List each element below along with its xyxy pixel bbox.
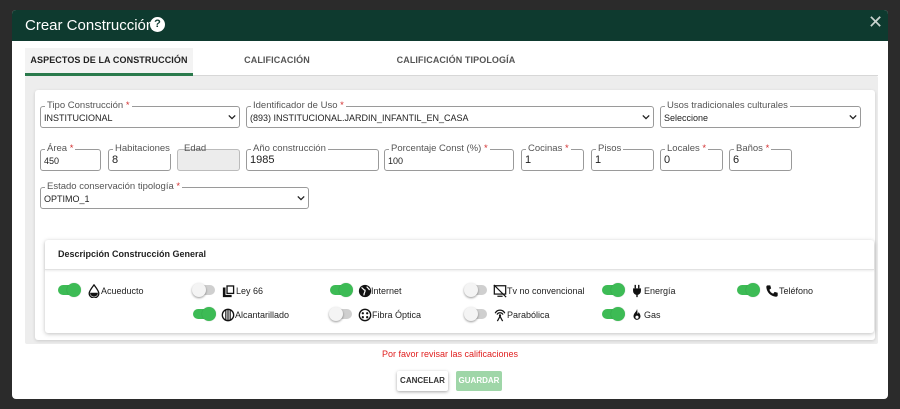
telefono-toggle[interactable] [737,283,760,297]
cocinas-value: 1 [525,154,532,166]
section-header: Descripción Construcción General [45,240,874,270]
required-mark: * [176,181,181,192]
copy-pages-icon [222,284,236,298]
help-icon[interactable]: ? [150,17,165,32]
pisos-label: Pisos [596,143,624,154]
gas-toggle[interactable] [602,307,625,321]
close-icon[interactable]: ✕ [868,13,883,31]
alcantarillado-toggle[interactable] [193,307,216,321]
flame-icon [633,308,641,320]
anio-construccion-label: Año construcción [251,143,328,154]
edad-label: Edad [184,143,207,154]
estado-conservacion-label: Estado conservación tipología [47,181,174,192]
fiber-optic-icon [358,308,372,322]
usos-tradicionales-value: Seleccione [664,113,709,123]
modal-title: Crear Construcción [25,17,155,34]
crear-construccion-dialog: Crear Construcción ? ✕ ASPECTOS DE LA CO… [12,10,888,399]
porcentaje-const-label: Porcentaje Const (%) [391,143,482,154]
tv-off-icon [493,284,507,298]
telefono-label: Teléfono [779,286,814,296]
required-mark: * [702,143,707,154]
tab-calificacion-tipologia[interactable]: CALIFICACIÓN TIPOLOGÍA [361,48,551,76]
globe-icon [358,284,372,298]
chevron-down-icon [642,114,650,120]
tipo-construccion-label: Tipo Construcción [47,100,124,111]
chevron-down-icon [297,195,305,201]
plug-icon [633,284,641,298]
required-mark: * [340,100,344,111]
fibra-optica-label: Fibra Óptica [372,310,422,320]
required-mark: * [69,143,74,154]
required-mark: * [483,143,488,154]
chevron-down-icon [849,114,857,120]
locales-value: 0 [664,154,671,166]
habitaciones-label: Habitaciones [113,143,172,154]
form-card: INSTITUCIONAL Tipo Construcción * (893) … [35,90,875,340]
required-mark: * [765,143,770,154]
acueducto-toggle[interactable] [58,283,81,297]
calificaciones-warning: Por favor revisar las calificaciones [381,349,519,359]
sewer-circle-icon [221,308,235,322]
tv-no-convencional-toggle[interactable] [464,283,487,297]
identificador-uso-value: (893) INSTITUCIONAL.JARDIN_INFANTIL_EN_C… [250,113,469,123]
banos-value: 6 [733,154,740,166]
tv-no-convencional-label: Tv no convencional [507,286,585,296]
satellite-dish-icon [494,309,506,322]
required-mark: * [125,100,130,111]
internet-toggle[interactable] [330,283,353,297]
gas-label: Gas [644,310,661,320]
cancel-button[interactable]: CANCELAR [397,371,448,391]
tipo-construccion-value: INSTITUCIONAL [44,113,113,123]
parabolica-label: Parabólica [507,310,550,320]
tab-calificacion[interactable]: CALIFICACIÓN [193,48,361,76]
modal-header: Crear Construcción ? ✕ [12,10,888,41]
porcentaje-const-value: 100 [388,156,404,166]
content-card: INSTITUCIONAL Tipo Construcción * (893) … [25,76,878,344]
banos-label: Baños [736,143,763,154]
fibra-optica-toggle[interactable] [329,307,352,321]
tab-aspectos[interactable]: ASPECTOS DE LA CONSTRUCCIÓN [25,48,193,76]
area-label: Área [47,143,68,154]
chevron-down-icon [228,114,236,120]
save-button[interactable]: GUARDAR [456,371,502,391]
cocinas-label: Cocinas [528,143,563,154]
energia-toggle[interactable] [602,283,625,297]
water-drop-icon [88,284,100,298]
identificador-uso-label: Identificador de Uso [253,100,338,111]
area-value: 450 [44,156,60,166]
estado-conservacion-value: OPTIMO_1 [44,194,90,204]
ley-66-toggle[interactable] [192,283,215,297]
tab-bar: ASPECTOS DE LA CONSTRUCCIÓN CALIFICACIÓN… [25,48,878,76]
section-title: Descripción Construcción General [58,249,207,259]
usos-tradicionales-label: Usos tradicionales culturales [665,100,790,111]
energia-label: Energía [644,286,676,296]
required-mark: * [564,143,569,154]
habitaciones-value: 8 [112,154,119,166]
parabolica-toggle[interactable] [464,307,487,321]
pisos-value: 1 [595,154,602,166]
phone-icon [766,285,778,297]
internet-label: Internet [371,286,402,296]
descripcion-construccion-section: Descripción Construcción General Acueduc… [45,240,874,333]
alcantarillado-label: Alcantarillado [235,310,290,320]
acueducto-label: Acueducto [101,286,144,296]
locales-label: Locales [667,143,700,154]
anio-construccion-value: 1985 [250,154,275,166]
ley-66-label: Ley 66 [236,286,264,296]
